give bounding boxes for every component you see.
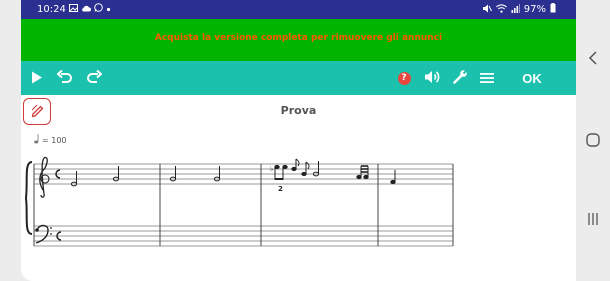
menu-button[interactable] (476, 67, 498, 89)
toolbar: ? OK (21, 61, 576, 95)
tempo-marking: = 100 (34, 134, 67, 146)
volume-icon (424, 69, 441, 88)
play-button[interactable] (27, 67, 47, 89)
image-icon (68, 3, 78, 15)
cloud-icon (81, 4, 91, 15)
status-bar: 10:24 97% (21, 0, 576, 19)
signal-icon (511, 3, 520, 16)
bass-clef-dot (50, 233, 52, 235)
ad-banner-text[interactable]: Acquista la versione completa per rimuov… (21, 33, 576, 43)
recents-button[interactable] (576, 211, 610, 230)
phone-frame: 10:24 97% Acquista la versione completa … (0, 0, 610, 281)
wifi-icon (495, 3, 507, 16)
bass-clef-dot (35, 228, 39, 232)
undo-icon (56, 69, 73, 88)
tempo-value: = 100 (42, 135, 67, 145)
dot-icon (106, 4, 111, 15)
wrench-icon (452, 69, 468, 88)
bass-staff (34, 225, 453, 247)
clock: 10:24 (37, 3, 66, 15)
back-icon (588, 50, 598, 69)
score-staff: ♭ 2 (24, 156, 454, 247)
bass-clef-dot (50, 227, 52, 229)
volume-button[interactable] (421, 67, 443, 89)
ok-button[interactable]: OK (517, 67, 547, 89)
system-nav-bar (576, 0, 610, 281)
menu-icon (480, 69, 494, 88)
help-icon: ? (397, 71, 411, 85)
mute-icon (482, 4, 492, 16)
flat-sign: ♭ (270, 165, 273, 173)
redo-icon (86, 69, 103, 88)
quarter-note-icon (34, 134, 40, 146)
treble-staff (34, 163, 453, 185)
score-title: Prova (280, 104, 317, 117)
battery-text: 97% (523, 4, 546, 15)
settings-button[interactable] (449, 67, 471, 89)
status-right: 97% (482, 3, 556, 16)
app-screen: 10:24 97% Acquista la versione completa … (21, 0, 576, 281)
battery-icon (550, 3, 556, 16)
home-icon (586, 132, 600, 151)
redo-button[interactable] (83, 67, 105, 89)
bass-clef (35, 224, 49, 244)
ad-banner[interactable]: Acquista la versione completa per rimuov… (21, 19, 576, 61)
barlines (33, 164, 454, 246)
recents-icon (587, 211, 599, 230)
notes-measure-2 (169, 166, 221, 182)
score-area[interactable]: ♭ 2 (21, 150, 461, 254)
tuplet-number: 2 (278, 185, 283, 193)
play-icon (31, 69, 43, 88)
back-button[interactable] (576, 50, 610, 69)
whatsapp-icon (94, 3, 103, 15)
help-button[interactable]: ? (395, 67, 413, 89)
status-left: 10:24 (37, 3, 111, 15)
notes-measure-4 (390, 170, 396, 185)
grand-staff-brace (24, 161, 33, 235)
undo-button[interactable] (54, 67, 76, 89)
home-button[interactable] (576, 132, 610, 151)
